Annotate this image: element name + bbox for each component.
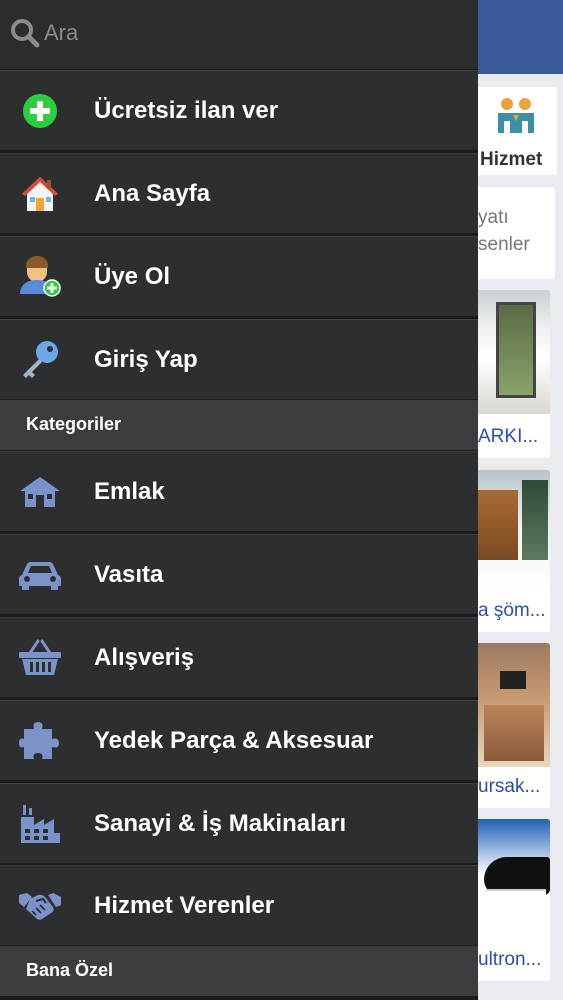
section-header-personal: Bana Özel	[0, 946, 478, 996]
menu-item-label: Ana Sayfa	[94, 180, 211, 207]
search-input[interactable]: Ara	[44, 20, 78, 46]
menu-item-label: Emlak	[94, 478, 165, 505]
search-icon	[11, 19, 40, 48]
menu-item-free-listing[interactable]: Ücretsiz ilan ver	[0, 70, 478, 150]
menu-item-label: Üye Ol	[94, 263, 171, 290]
menu-item-label: Hizmet Verenler	[94, 892, 275, 919]
menu-item-service-providers[interactable]: Hizmet Verenler	[0, 865, 478, 945]
menu-item-industry[interactable]: Sanayi & İş Makinaları	[0, 783, 478, 863]
menu-item-shopping[interactable]: Alışveriş	[0, 617, 478, 697]
key-icon	[18, 338, 62, 382]
menu-item-vehicles[interactable]: Vasıta	[0, 534, 478, 614]
handshake-icon	[18, 884, 62, 928]
section-header-categories: Kategoriler	[0, 400, 478, 450]
listing-card[interactable]: a şöm...	[470, 470, 550, 632]
menu-item-label: Ücretsiz ilan ver	[94, 97, 279, 124]
menu-item-spare-parts[interactable]: Yedek Parça & Aksesuar	[0, 700, 478, 780]
listing-thumbnail	[478, 643, 550, 767]
people-icon	[498, 98, 534, 133]
factory-icon	[18, 802, 62, 846]
menu-item-label: Giriş Yap	[94, 346, 198, 373]
home-icon	[18, 172, 62, 216]
listing-card[interactable]: ultron...	[470, 819, 550, 981]
listing-thumbnail	[478, 470, 550, 594]
listing-thumbnail	[478, 819, 550, 943]
section-title: Bana Özel	[26, 960, 114, 980]
text-card-line: yatı	[478, 207, 509, 228]
text-card-line: senler	[478, 234, 530, 255]
menu-item-home[interactable]: Ana Sayfa	[0, 153, 478, 233]
listing-card[interactable]: ARKI...	[470, 290, 550, 458]
basket-icon	[18, 636, 62, 680]
add-user-icon	[18, 255, 62, 299]
listing-caption: ARKI...	[478, 426, 539, 447]
side-drawer: Ara Ücretsiz ilan ver Ana Sayfa Üye Ol G…	[0, 0, 478, 1000]
menu-item-label: Sanayi & İş Makinaları	[94, 810, 347, 837]
search-bar[interactable]: Ara	[0, 0, 478, 69]
menu-item-register[interactable]: Üye Ol	[0, 236, 478, 316]
menu-item-label: Yedek Parça & Aksesuar	[94, 727, 374, 754]
listing-caption: a şöm...	[478, 600, 546, 621]
plus-circle-icon	[18, 89, 62, 133]
section-title: Kategoriler	[26, 414, 122, 434]
house-icon	[18, 470, 62, 514]
listing-caption: ultron...	[478, 949, 542, 970]
hizmet-category-tile[interactable]: Hizmet	[470, 87, 557, 175]
listing-caption: ursak...	[478, 776, 541, 797]
menu-item-label: Alışveriş	[94, 644, 195, 671]
menu-item-real-estate[interactable]: Emlak	[0, 451, 478, 531]
listing-card[interactable]: ursak...	[470, 643, 550, 808]
menu-item-label: Vasıta	[94, 561, 164, 588]
background-text-card[interactable]: yatı senler	[470, 187, 555, 279]
puzzle-icon	[18, 719, 62, 763]
hizmet-label: Hizmet	[480, 149, 543, 170]
listing-thumbnail	[478, 290, 550, 414]
car-icon	[18, 553, 62, 597]
menu-item-login[interactable]: Giriş Yap	[0, 319, 478, 399]
